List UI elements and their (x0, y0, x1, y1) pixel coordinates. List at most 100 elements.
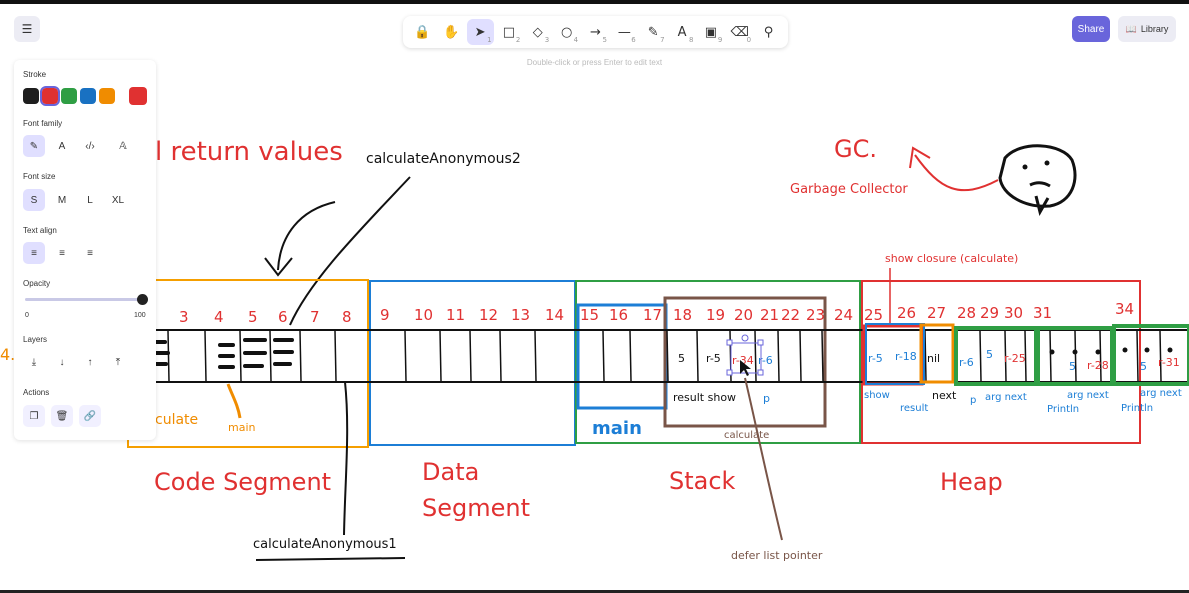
duplicate-button[interactable]: ❐ (23, 405, 45, 427)
tool-more-tools-button[interactable]: ⚲ (755, 19, 782, 45)
current-stroke-swatch[interactable] (129, 87, 147, 105)
tool-hand-button[interactable]: ✋ (438, 19, 465, 45)
stroke-swatch[interactable] (61, 88, 77, 104)
tool-draw-button[interactable]: ✎ 7 (640, 19, 667, 45)
send-backward-button[interactable]: ↓ (51, 351, 73, 373)
arrow-icon: → (590, 24, 601, 40)
memory-cell-divider (821, 330, 824, 382)
address-number: 21 (760, 306, 779, 324)
memory-cell-divider (299, 330, 302, 382)
opacity-slider-knob[interactable] (137, 294, 148, 305)
gc-label: GC. (834, 135, 877, 163)
result-show-label: result show (673, 391, 736, 404)
tool-text-button[interactable]: A8 (669, 19, 696, 45)
align-right-button[interactable]: ≡ (79, 242, 101, 264)
stroke-swatch[interactable] (80, 88, 96, 104)
draw-icon: ✎ (647, 24, 659, 40)
main-stack-label: main (592, 418, 642, 439)
bring-forward-button[interactable]: ↑ (79, 351, 101, 373)
tool-shortcut-number: 9 (717, 36, 723, 44)
tool-shortcut-number: 5 (602, 36, 607, 44)
font-custom-button[interactable]: 𝔸 (112, 135, 134, 157)
align-left-button[interactable]: ≡ (23, 242, 45, 264)
calc-anon1-label: calculateAnonymous1 (253, 537, 397, 552)
opacity-slider-track[interactable] (25, 298, 142, 301)
properties-panel: Stroke Font family ✎ A ‹/› 𝔸 Font size S… (14, 60, 156, 440)
main-menu-button[interactable]: ☰ (14, 16, 40, 42)
address-number: 27 (927, 304, 946, 322)
heap-p-label: p (970, 395, 976, 406)
memory-cell-divider (404, 330, 407, 382)
stack-cell-21: r-6 (758, 354, 773, 367)
font-size-l-button[interactable]: L (79, 189, 101, 211)
font-code-button[interactable]: ‹/› (79, 135, 101, 157)
line-icon: — (617, 24, 631, 40)
font-size-xl-button[interactable]: XL (107, 189, 129, 211)
tool-ellipse-button[interactable]: ○ 4 (553, 19, 580, 45)
stroke-swatch[interactable] (40, 86, 60, 106)
align-center-button[interactable]: ≡ (51, 242, 73, 264)
code-address-numbers: 3 4 5 6 7 8 (179, 308, 352, 326)
address-number: 30 (1004, 304, 1023, 322)
address-number: 13 (511, 306, 530, 324)
tool-lock-button[interactable]: 🔒 (409, 19, 436, 45)
stroke-swatch[interactable] (99, 88, 115, 104)
memory-cell-divider (629, 330, 632, 382)
tool-arrow-button[interactable]: → 5 (582, 19, 609, 45)
actions-label: Actions (23, 388, 50, 397)
font-size-m-button[interactable]: M (51, 189, 73, 211)
heap-arg-next3-label: arg next (1140, 388, 1182, 399)
tool-diamond-button[interactable]: ◇ 3 (524, 19, 551, 45)
whiteboard-canvas[interactable]: l return values calculateAnonymous2 GC. … (0, 0, 1189, 593)
address-number: 7 (310, 308, 320, 326)
address-number: 23 (806, 306, 825, 324)
memory-cell-divider (777, 330, 780, 382)
diamond-icon: ◇ (532, 24, 543, 40)
heap-address-numbers: 25 26 27 28 29 30 31 34 (864, 300, 1134, 324)
address-number: 24 (834, 306, 853, 324)
tool-eraser-button[interactable]: ⌫ 0 (726, 19, 753, 45)
memory-cell-divider (239, 330, 242, 382)
send-to-back-button[interactable]: ⤓ (23, 351, 45, 373)
tool-shortcut-number: 8 (688, 36, 694, 44)
stroke-swatch[interactable] (23, 88, 39, 104)
text-align-label: Text align (23, 226, 57, 235)
tool-line-button[interactable]: —6 (611, 19, 638, 45)
hamburger-icon: ☰ (21, 22, 33, 36)
layers-label: Layers (23, 335, 48, 344)
font-normal-button[interactable]: A (51, 135, 73, 157)
address-number: 9 (380, 306, 390, 324)
arrow-anon2 (289, 176, 411, 326)
tool-shortcut-number: 7 (660, 36, 665, 44)
tool-image-button[interactable]: ▣ 9 (697, 19, 724, 45)
memory-cell-divider (602, 330, 605, 382)
lock-icon: 🔒 (414, 24, 431, 40)
address-number: 8 (342, 308, 352, 326)
address-number: 11 (446, 306, 465, 324)
heap-cell-28: r-6 (959, 356, 974, 369)
tool-shortcut-number: 2 (515, 36, 521, 44)
share-button[interactable]: Share (1072, 16, 1110, 42)
font-size-s-button[interactable]: S (23, 189, 45, 211)
arrow-up-icon: ↑ (87, 356, 93, 368)
main-code-arrow (226, 383, 242, 419)
bring-to-front-button[interactable]: ⤒ (107, 351, 129, 373)
heap-cell-35: 5 (1140, 360, 1147, 373)
code-segment-label: Code Segment (154, 468, 331, 496)
gc-arrow-head (909, 146, 931, 169)
p-stack-label: p (763, 392, 770, 405)
tool-rectangle-button[interactable]: □ 2 (496, 19, 523, 45)
main-code-label: main (228, 421, 256, 434)
memory-cell-divider (469, 330, 472, 382)
address-number: 6 (278, 308, 288, 326)
font-hand-button[interactable]: ✎ (23, 135, 45, 157)
selection-rotate-handle[interactable] (741, 334, 749, 342)
library-button[interactable]: 📖 Library (1118, 16, 1176, 42)
link-button[interactable]: 🔗 (79, 405, 101, 427)
heap-cell-32: 5 (1069, 360, 1076, 373)
heap-arg-next2-label: arg next (1067, 390, 1109, 401)
shape-toolbar: 🔒 ✋ ➤ 1 □ 2 ◇ 3 ○ 4 → 5—6 ✎ 7 A 8 ▣ 9 ⌫ 0 ⚲ (403, 16, 788, 48)
address-number: 22 (781, 306, 800, 324)
delete-button[interactable]: 🗑 (51, 405, 73, 427)
tool-selection-button[interactable]: ➤ 1 (466, 19, 494, 45)
